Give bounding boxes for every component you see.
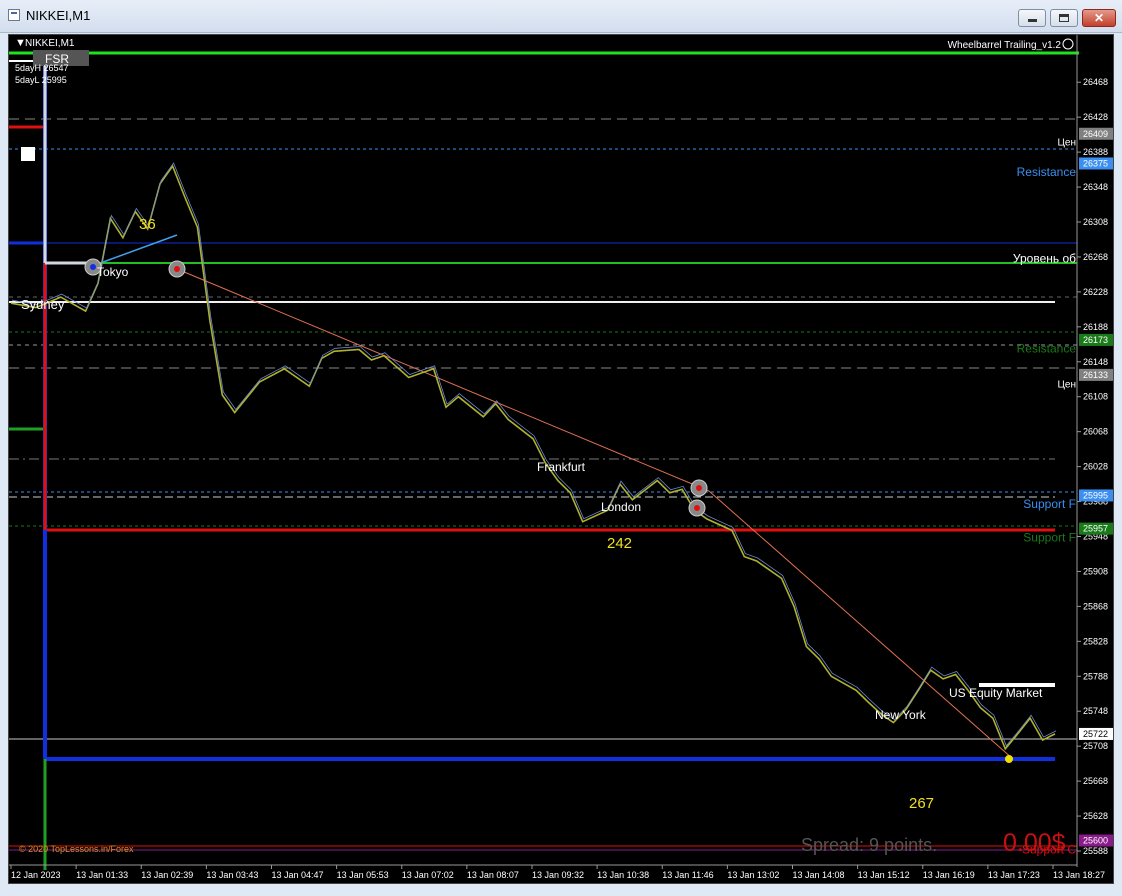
time-tick-label: 13 Jan 17:23: [988, 870, 1040, 880]
price-tag-label: 25600: [1083, 836, 1108, 846]
time-axis: 12 Jan 2023 13 Jan 01:33 13 Jan 02:39 13 Ja…: [9, 864, 1105, 880]
price-tick-label: 25868: [1083, 601, 1108, 611]
price-tick-label: 26268: [1083, 252, 1108, 262]
price-tag-label: 25995: [1083, 490, 1108, 500]
trade-marker-dot: [694, 505, 700, 511]
five-day-low: 5dayL 25995: [15, 75, 67, 85]
time-tick-label: 13 Jan 08:07: [467, 870, 519, 880]
level-label: Support F: [1023, 497, 1076, 511]
object-checkbox: [21, 147, 35, 161]
price-tick-label: 25708: [1083, 741, 1108, 751]
time-tick-label: 13 Jan 04:47: [272, 870, 324, 880]
price-tag-label: 26375: [1083, 158, 1108, 168]
maximize-button[interactable]: [1050, 9, 1078, 27]
smiley-icon: [1062, 38, 1074, 50]
price-tick-label: 25588: [1083, 846, 1108, 856]
chart-area[interactable]: 26468 26428 26388 26348 26308 26268 26228 26188…: [8, 34, 1114, 884]
time-tick-label: 13 Jan 05:53: [337, 870, 389, 880]
trade-marker-yellow: [1005, 755, 1013, 763]
price-tick-label: 25628: [1083, 811, 1108, 821]
pip-label: 267: [909, 795, 934, 812]
price-tick-label: 26428: [1083, 112, 1108, 122]
close-button[interactable]: [1082, 9, 1116, 27]
session-label-us-equity: US Equity Market: [949, 686, 1043, 700]
level-label: Уровень об: [1013, 252, 1076, 266]
session-label-sydney: Sydney: [21, 297, 65, 312]
price-tick-label: 26188: [1083, 322, 1108, 332]
price-tick-label: 26148: [1083, 357, 1108, 367]
level-label: Цен: [1058, 138, 1076, 149]
level-label: Resistance: [1017, 165, 1077, 179]
session-label-london: London: [601, 500, 641, 514]
price-tick-label: 26068: [1083, 427, 1108, 437]
price-tag-label: 26409: [1083, 129, 1108, 139]
level-labels: Цен Resistance Уровень об Resistance Цен Supp…: [1013, 138, 1076, 857]
pip-label: 242: [607, 535, 632, 552]
copyright-text: © 2020 TopLessons.in/Forex: [19, 844, 134, 854]
time-tick-label: 13 Jan 13:02: [727, 870, 779, 880]
price-tick-label: 25908: [1083, 566, 1108, 576]
symbol-label: NIKKEI,M1: [25, 38, 75, 49]
session-label-new-york: New York: [875, 708, 927, 722]
time-tick-label: 13 Jan 03:43: [206, 870, 258, 880]
price-tag-label: 25722: [1083, 729, 1108, 739]
price-tick-label: 26388: [1083, 147, 1108, 157]
price-tick-label: 25828: [1083, 636, 1108, 646]
time-tick-label: 13 Jan 09:32: [532, 870, 584, 880]
terminal-window: NIKKEI,M1 ✕ 26468 26428 26388 26348 2630…: [0, 0, 1122, 896]
level-label: Resistance: [1017, 342, 1077, 356]
trendline-blue: [94, 234, 178, 266]
time-tick-label: 13 Jan 02:39: [141, 870, 193, 880]
price-tick-label: 26028: [1083, 462, 1108, 472]
indicator-name: Wheelbarrel Trailing_v1.2: [948, 40, 1062, 51]
five-day-high: 5dayH 26547: [15, 63, 69, 73]
level-label: Цен: [1058, 380, 1076, 391]
price-tick-label: 25668: [1083, 776, 1108, 786]
price-tag-label: 26133: [1083, 370, 1108, 380]
level-label: Support F: [1023, 530, 1076, 544]
trade-marker-dot: [696, 485, 702, 491]
price-chart[interactable]: 26468 26428 26388 26348 26308 26268 26228 26188…: [9, 35, 1114, 884]
price-tick-label: 26108: [1083, 392, 1108, 402]
time-tick-label: 13 Jan 07:02: [402, 870, 454, 880]
profit-text: 0.00$: [1003, 829, 1066, 857]
price-tick-label: 26228: [1083, 287, 1108, 297]
pip-label: 36: [139, 216, 156, 233]
time-tick-label: 13 Jan 11:46: [662, 870, 713, 880]
price-tick-label: 26468: [1083, 77, 1108, 87]
price-tick-label: 25748: [1083, 706, 1108, 716]
price-axis-tags: 26409 26375 26173 26133 25995 25957 25722 25600: [1079, 127, 1113, 847]
price-series-line: [10, 164, 1056, 751]
trade-marker-dot: [174, 266, 180, 272]
window-title: NIKKEI,M1: [26, 8, 91, 23]
price-tick-label: 25788: [1083, 671, 1108, 681]
chart-window-icon: [8, 9, 20, 21]
time-tick-label: 13 Jan 16:19: [923, 870, 975, 880]
price-tick-label: 26348: [1083, 182, 1108, 192]
price-tick-label: 26308: [1083, 217, 1108, 227]
time-tick-label: 13 Jan 01:33: [76, 870, 128, 880]
session-label-tokyo: Tokyo: [97, 265, 129, 279]
minimize-button[interactable]: [1018, 9, 1046, 27]
time-tick-label: 13 Jan 14:08: [793, 870, 845, 880]
time-tick-label: 13 Jan 18:27: [1053, 870, 1105, 880]
trade-marker-dot: [90, 264, 96, 270]
price-tag-label: 26173: [1083, 335, 1108, 345]
window-titlebar[interactable]: NIKKEI,M1: [0, 0, 1122, 33]
time-tick-label: 12 Jan 2023: [11, 870, 61, 880]
time-tick-label: 13 Jan 10:38: [597, 870, 649, 880]
time-tick-label: 13 Jan 15:12: [858, 870, 910, 880]
trade-markers: [84, 258, 1013, 763]
price-tag-label: 25957: [1083, 524, 1108, 534]
session-label-frankfurt: Frankfurt: [537, 460, 586, 474]
spread-text: Spread: 9 points.: [801, 835, 937, 855]
